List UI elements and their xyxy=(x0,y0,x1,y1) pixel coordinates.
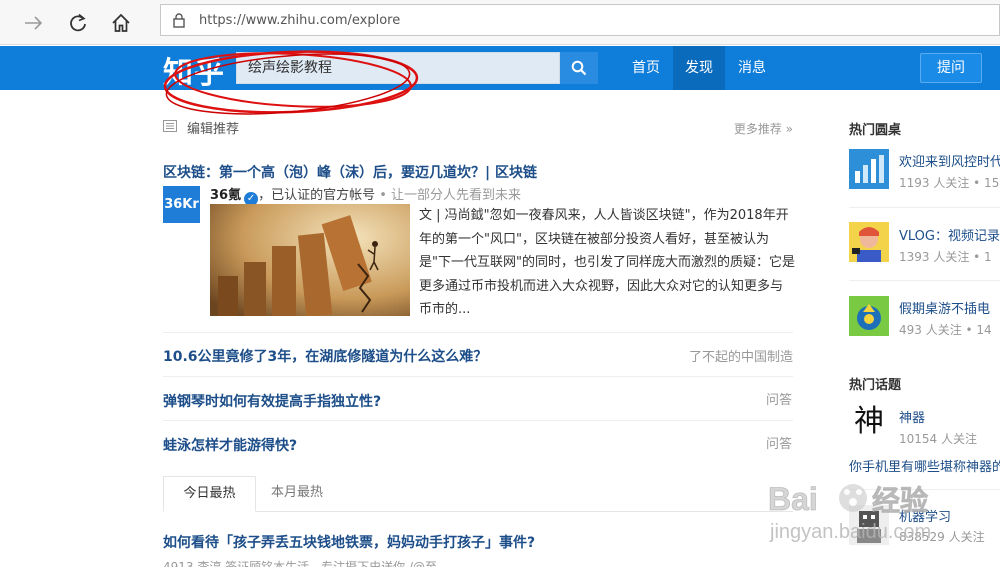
divider xyxy=(163,376,793,377)
zhihu-logo[interactable]: 知乎 xyxy=(163,48,225,92)
tab-today-hot[interactable]: 今日最热 xyxy=(163,476,256,512)
author-line: 36氪 ✓ ，已认证的官方帐号 • 让一部分人先看到未来 xyxy=(210,184,521,206)
machine-learning-image xyxy=(849,505,889,545)
refresh-icon xyxy=(70,13,86,32)
question-title[interactable]: 蛙泳怎样才能游得快? xyxy=(163,435,297,455)
question-tag[interactable]: 了不起的中国制造 xyxy=(689,346,793,365)
more-recommend-link[interactable]: 更多推荐 » xyxy=(734,120,793,137)
hot-question-title[interactable]: 如何看待「孩子弄丢五块钱地铁票，妈妈动手打孩子」事件? xyxy=(163,532,535,552)
url-text: https://www.zhihu.com/explore xyxy=(199,12,401,28)
divider xyxy=(849,207,1000,208)
divider xyxy=(849,489,1000,490)
question-title[interactable]: 弹钢琴时如何有效提高手指独立性? xyxy=(163,391,381,411)
nav-messages[interactable]: 消息 xyxy=(728,46,776,90)
ask-button[interactable]: 提问 xyxy=(920,53,982,83)
author-avatar[interactable]: 36Kr xyxy=(163,186,200,223)
topic-meta: 838529 人关注 xyxy=(899,530,985,544)
nav-home[interactable]: 首页 xyxy=(622,46,670,90)
roundtable-meta: 1393 人关注 • 1 xyxy=(899,250,992,264)
divider xyxy=(163,420,793,421)
topic-title[interactable]: 神器 xyxy=(899,407,925,426)
tab-month-hot[interactable]: 本月最热 xyxy=(267,476,327,512)
refresh-button[interactable] xyxy=(64,9,92,37)
lock-icon xyxy=(173,12,185,28)
question-tag[interactable]: 问答 xyxy=(766,433,792,452)
topic-title[interactable]: 机器学习 xyxy=(899,506,951,525)
topic-image[interactable]: 神 xyxy=(849,402,889,442)
topics-heading: 热门话题 xyxy=(849,378,902,393)
hot-answer-meta: 4913 李淳 签证顾铭本生活，专注摄下史送你 /@至 xyxy=(163,560,438,567)
vlog-image xyxy=(849,222,889,262)
question-tag[interactable]: 问答 xyxy=(766,389,792,408)
divider xyxy=(849,280,1000,281)
roundtable-title[interactable]: 假期桌游不插电 xyxy=(899,298,990,317)
section-title: 编辑推荐 xyxy=(187,122,240,137)
risk-control-image xyxy=(849,149,889,189)
article-thumbnail[interactable] xyxy=(210,204,410,316)
topic-meta: 10154 人关注 xyxy=(899,432,977,446)
home-icon xyxy=(112,13,130,32)
arrow-right-icon xyxy=(25,16,43,30)
topic-image[interactable] xyxy=(849,505,889,545)
roundtable-title[interactable]: VLOG：视频记录 xyxy=(899,225,1000,244)
roundtable-title[interactable]: 欢迎来到风控时代 xyxy=(899,151,1000,170)
roundtable-image[interactable] xyxy=(849,222,889,262)
roundtable-image[interactable] xyxy=(849,149,889,189)
roundtable-meta: 1193 人关注 • 15 xyxy=(899,176,1000,190)
chart-illustration-image xyxy=(210,204,410,316)
hot-tabs: 今日最热 本月最热 xyxy=(163,476,793,512)
site-header: 知乎 绘声绘影教程 首页 发现 消息 提问 xyxy=(0,46,1000,92)
author-tagline: • 让一部分人先看到未来 xyxy=(375,188,522,203)
search-input[interactable]: 绘声绘影教程 xyxy=(236,52,560,84)
section-header: 编辑推荐 更多推荐 » xyxy=(163,118,793,138)
search-icon xyxy=(571,60,587,76)
browser-toolbar: https://www.zhihu.com/explore xyxy=(0,0,1000,45)
author-name[interactable]: 36氪 xyxy=(210,188,241,203)
forward-button[interactable] xyxy=(20,9,48,37)
roundtable-heading: 热门圆桌 xyxy=(849,123,902,138)
address-bar[interactable]: https://www.zhihu.com/explore xyxy=(160,4,1000,36)
topic-question[interactable]: 你手机里有哪些堪称神器的 xyxy=(849,456,1000,475)
list-icon xyxy=(163,120,177,132)
article-excerpt: 文 | 冯尚鉞"忽如一夜春风来，人人皆谈区块链"，作为2018年开年的第一个"风… xyxy=(419,208,795,317)
home-button[interactable] xyxy=(107,9,135,37)
search-button[interactable] xyxy=(560,52,598,84)
author-description: ，已认证的官方帐号 xyxy=(258,188,376,203)
board-game-image xyxy=(849,296,889,336)
question-title[interactable]: 10.6公里竟修了3年，在湖底修隧道为什么这么难？ xyxy=(163,346,487,366)
avatar-text: 36Kr xyxy=(164,197,199,212)
roundtable-image[interactable] xyxy=(849,296,889,336)
divider xyxy=(163,332,793,333)
featured-title[interactable]: 区块链：第一个高（泡）峰（沫）后，要迈几道坎？| 区块链 xyxy=(163,162,537,182)
nav-explore[interactable]: 发现 xyxy=(673,46,725,90)
roundtable-meta: 493 人关注 • 14 xyxy=(899,323,992,337)
